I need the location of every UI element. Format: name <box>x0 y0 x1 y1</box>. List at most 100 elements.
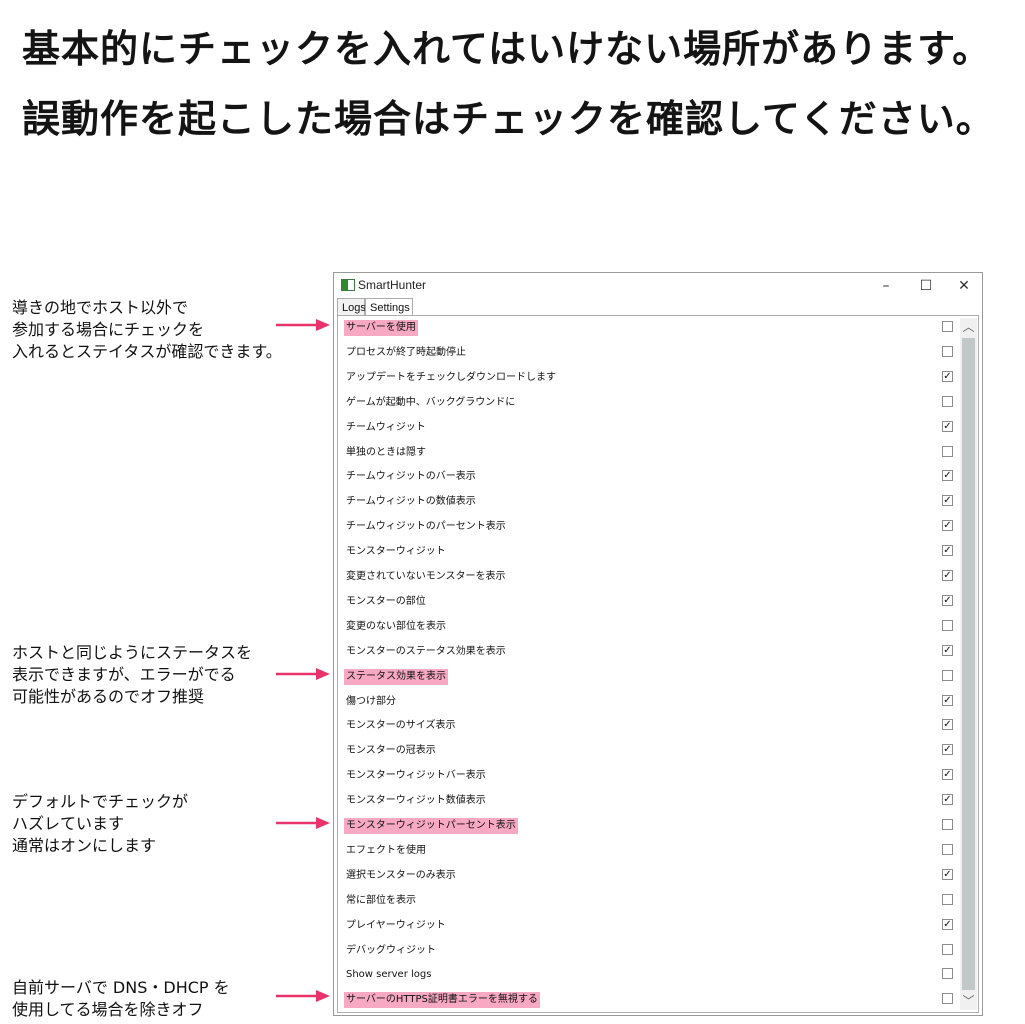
setting-checkbox[interactable]: ✓ <box>942 744 953 756</box>
title-bar[interactable]: SmartHunter – ☐ ✕ <box>334 273 982 299</box>
checkmark-icon: ✓ <box>943 495 952 507</box>
setting-row[interactable]: 常に部位を表示 <box>342 892 953 910</box>
setting-row[interactable]: モンスターウィジットパーセント表示 <box>342 817 953 835</box>
setting-checkbox[interactable]: ✓ <box>942 470 953 482</box>
setting-label: 傷つけ部分 <box>346 695 396 707</box>
setting-checkbox[interactable] <box>942 669 953 681</box>
tab-logs[interactable]: Logs <box>337 298 366 316</box>
setting-label: モンスターの部位 <box>346 595 426 607</box>
setting-row[interactable]: モンスターウィジット ✓ <box>342 543 953 561</box>
minimize-button[interactable]: – <box>868 276 904 296</box>
setting-checkbox[interactable]: ✓ <box>942 918 953 930</box>
setting-label: プロセスが終了時起動停止 <box>346 346 466 358</box>
setting-row[interactable]: 単独のときは隠す <box>342 444 953 462</box>
setting-label: モンスターの冠表示 <box>346 745 436 757</box>
window-title: SmartHunter <box>358 278 427 292</box>
setting-checkbox[interactable]: ✓ <box>942 570 953 581</box>
setting-row[interactable]: プレイヤーウィジット ✓ <box>342 917 953 935</box>
checkmark-icon: ✓ <box>943 470 952 482</box>
setting-row[interactable]: デバッグウィジット <box>342 942 953 960</box>
setting-row[interactable]: モンスターウィジット数値表示 ✓ <box>342 792 953 810</box>
setting-label: サーバーのHTTPS証明書エラーを無視する <box>344 992 540 1009</box>
setting-checkbox[interactable] <box>942 993 953 1005</box>
setting-checkbox[interactable] <box>942 395 953 407</box>
headline-2: 誤動作を起こした場合はチェックを確認してください。 <box>22 97 995 141</box>
setting-label: 単独のときは隠す <box>346 446 426 458</box>
setting-checkbox[interactable] <box>942 843 953 855</box>
annotation-line: 可能性があるのでオフ推奨 <box>12 687 205 706</box>
setting-checkbox[interactable]: ✓ <box>942 694 953 706</box>
setting-row[interactable]: エフェクトを使用 <box>342 842 953 860</box>
setting-row[interactable]: モンスターの部位 ✓ <box>342 593 953 611</box>
annotation-line: デフォルトでチェックが <box>12 792 189 811</box>
setting-row[interactable]: モンスターの冠表示 ✓ <box>342 742 953 760</box>
setting-row[interactable]: サーバーを使用 <box>342 319 953 337</box>
setting-checkbox[interactable]: ✓ <box>942 495 953 507</box>
vertical-scrollbar[interactable]: ︿ ﹀ <box>960 318 977 1010</box>
setting-label: デバッグウィジット <box>346 944 436 956</box>
setting-row[interactable]: 傷つけ部分 ✓ <box>342 693 953 711</box>
setting-row[interactable]: サーバーのHTTPS証明書エラーを無視する <box>342 991 953 1009</box>
setting-row[interactable]: Show server logs <box>342 966 953 984</box>
checkmark-icon: ✓ <box>943 520 952 532</box>
scroll-down-icon[interactable]: ﹀ <box>960 992 977 1010</box>
setting-row[interactable]: チームウィジットのバー表示 ✓ <box>342 468 953 486</box>
setting-checkbox[interactable] <box>942 943 953 955</box>
arrow-right-icon <box>276 319 330 331</box>
setting-row[interactable]: 変更されていないモンスターを表示 ✓ <box>342 568 953 586</box>
scrollbar-thumb[interactable] <box>962 338 975 990</box>
scroll-up-icon[interactable]: ︿ <box>960 318 977 336</box>
setting-checkbox[interactable]: ✓ <box>942 644 953 656</box>
setting-checkbox[interactable] <box>942 819 953 830</box>
settings-panel: サーバーを使用プロセスが終了時起動停止アップデートをチェックしダウンロードします… <box>337 315 979 1013</box>
checkmark-icon: ✓ <box>943 420 952 432</box>
annotation-line: ホストと同じようにステータスを <box>12 643 253 662</box>
setting-checkbox[interactable]: ✓ <box>942 594 953 606</box>
checkmark-icon: ✓ <box>943 694 952 706</box>
annotation-line: 使用してる場合を除きオフ <box>12 1000 204 1019</box>
setting-row[interactable]: モンスターのサイズ表示 ✓ <box>342 717 953 735</box>
setting-checkbox[interactable]: ✓ <box>942 719 953 731</box>
setting-checkbox[interactable] <box>942 321 953 332</box>
checkmark-icon: ✓ <box>943 744 952 756</box>
setting-checkbox[interactable]: ✓ <box>942 520 953 532</box>
setting-label: エフェクトを使用 <box>346 844 426 856</box>
setting-label: モンスターのサイズ表示 <box>346 720 456 732</box>
setting-row[interactable]: チームウィジットのパーセント表示 ✓ <box>342 518 953 536</box>
setting-checkbox[interactable]: ✓ <box>942 545 953 557</box>
setting-label: サーバーを使用 <box>344 320 418 336</box>
annotation-line: 表示できますが、エラーがでる <box>12 665 236 684</box>
setting-row[interactable]: モンスターのステータス効果を表示 ✓ <box>342 643 953 661</box>
setting-row[interactable]: 選択モンスターのみ表示 ✓ <box>342 867 953 885</box>
setting-checkbox[interactable] <box>942 445 953 457</box>
setting-row[interactable]: アップデートをチェックしダウンロードします ✓ <box>342 369 953 387</box>
setting-label: プレイヤーウィジット <box>346 919 446 931</box>
setting-checkbox[interactable] <box>942 893 953 905</box>
checkmark-icon: ✓ <box>943 868 952 880</box>
setting-label: モンスターウィジットパーセント表示 <box>344 818 518 834</box>
setting-row[interactable]: ステータス効果を表示 <box>342 668 953 686</box>
setting-checkbox[interactable]: ✓ <box>942 868 953 880</box>
annotation-status-effect: ホストと同じようにステータスを 表示できますが、エラーがでる 可能性があるのでオ… <box>12 642 312 708</box>
maximize-button[interactable]: ☐ <box>908 276 944 296</box>
setting-row[interactable]: チームウィジット ✓ <box>342 419 953 437</box>
setting-checkbox[interactable] <box>942 345 953 357</box>
close-button[interactable]: ✕ <box>946 276 982 296</box>
checkmark-icon: ✓ <box>943 370 952 382</box>
setting-row[interactable]: ゲームが起動中、バックグラウンドに <box>342 394 953 412</box>
setting-checkbox[interactable]: ✓ <box>942 794 953 806</box>
setting-row[interactable]: チームウィジットの数値表示 ✓ <box>342 493 953 511</box>
tab-settings[interactable]: Settings <box>365 298 413 316</box>
checkmark-icon: ✓ <box>943 545 952 557</box>
setting-checkbox[interactable]: ✓ <box>942 420 953 432</box>
setting-row[interactable]: モンスターウィジットバー表示 ✓ <box>342 767 953 785</box>
annotation-server: 導きの地でホスト以外で 参加する場合にチェックを 入れるとステイタスが確認できま… <box>12 297 312 363</box>
setting-label: アップデートをチェックしダウンロードします <box>346 371 556 383</box>
setting-checkbox[interactable]: ✓ <box>942 370 953 382</box>
setting-row[interactable]: プロセスが終了時起動停止 <box>342 344 953 362</box>
setting-checkbox[interactable] <box>942 619 953 631</box>
setting-row[interactable]: 変更のない部位を表示 <box>342 618 953 636</box>
setting-checkbox[interactable]: ✓ <box>942 769 953 781</box>
setting-checkbox[interactable] <box>942 968 953 980</box>
setting-label: 変更されていないモンスターを表示 <box>346 571 506 582</box>
